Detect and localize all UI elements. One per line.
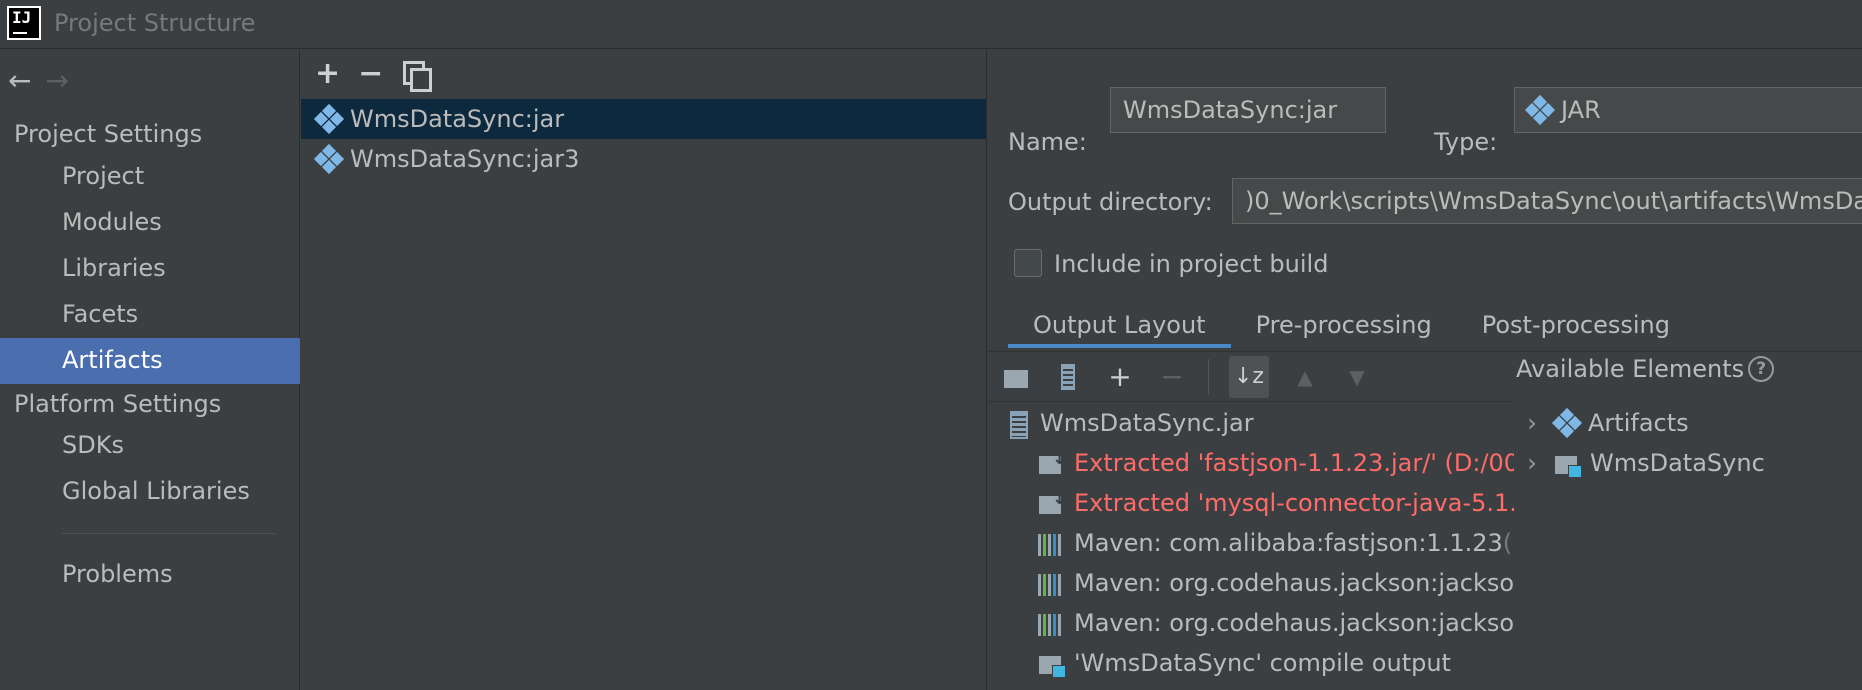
tree-item-label: Extracted 'mysql-connector-java-5.1.47 (1074, 489, 1514, 517)
chevron-right-icon[interactable]: › (1516, 449, 1548, 477)
archive-icon[interactable] (1052, 360, 1084, 393)
tree-item-label: Maven: org.codehaus.jackson:jackson (1074, 609, 1514, 637)
nav-arrows: ← → (8, 64, 69, 97)
tree-item-jar-root[interactable]: WmsDataSync.jar (988, 403, 1514, 443)
include-build-label: Include in project build (1054, 250, 1329, 278)
move-down-icon[interactable]: ▼ (1341, 365, 1373, 389)
copy-icon[interactable] (401, 61, 433, 92)
chevron-right-icon[interactable]: › (1516, 409, 1548, 437)
nav-item-libraries[interactable]: Libraries (0, 246, 300, 292)
library-icon (1038, 610, 1066, 636)
available-item-label: Artifacts (1588, 409, 1689, 437)
back-arrow-icon[interactable]: ← (8, 64, 31, 97)
library-icon (1038, 530, 1066, 556)
help-icon[interactable]: ? (1748, 356, 1775, 382)
artifacts-toolbar: + − (315, 56, 433, 92)
output-directory-label: Output directory: (1008, 188, 1213, 216)
extracted-archive-icon (1038, 488, 1067, 516)
remove-icon[interactable]: − (358, 59, 383, 89)
artifact-details: Name: WmsDataSync:jar Type: JAR Output d… (988, 50, 1862, 690)
tree-item-compile-output[interactable]: 'WmsDataSync' compile output (988, 643, 1514, 683)
tab-post-processing[interactable]: Post-processing (1457, 306, 1695, 348)
artifact-item[interactable]: WmsDataSync:jar (301, 99, 986, 139)
jar-icon (1004, 410, 1032, 439)
tree-item-maven-fastjson[interactable]: Maven: com.alibaba:fastjson:1.1.23 (Pr (988, 523, 1514, 563)
title-bar: IJ Project Structure (0, 0, 1862, 49)
type-select[interactable]: JAR (1514, 87, 1862, 133)
include-build-checkbox[interactable] (1014, 249, 1042, 277)
remove-element-icon[interactable]: − (1156, 360, 1188, 393)
type-label: Type: (1434, 128, 1498, 156)
tree-item-maven-jackson-1[interactable]: Maven: org.codehaus.jackson:jackson (988, 563, 1514, 603)
nav-item-facets[interactable]: Facets (0, 292, 300, 338)
tree-item-extracted-fastjson[interactable]: Extracted 'fastjson-1.1.23.jar/' (D:/000… (988, 443, 1514, 483)
nav-item-sdks[interactable]: SDKs (0, 423, 300, 469)
move-up-icon[interactable]: ▲ (1289, 365, 1321, 389)
tree-item-label: 'WmsDataSync' compile output (1074, 649, 1451, 677)
tree-item-label: Extracted 'fastjson-1.1.23.jar/' (D:/000… (1074, 449, 1514, 477)
sort-icon[interactable]: ↓z (1229, 355, 1269, 398)
extracted-archive-icon (1038, 448, 1067, 476)
artifact-item[interactable]: WmsDataSync:jar3 (301, 139, 986, 179)
artifacts-panel: + − WmsDataSync:jar WmsDataSync:jar3 (301, 50, 987, 690)
module-folder-icon (1554, 450, 1582, 478)
available-item-label: WmsDataSync (1590, 449, 1765, 477)
library-icon (1038, 570, 1066, 596)
artifact-diamond-icon (1551, 407, 1583, 439)
available-elements-label: Available Elements (1516, 355, 1745, 383)
project-settings-header: Project Settings (14, 120, 203, 148)
jar-diamond-icon (1524, 94, 1556, 126)
available-item-module[interactable]: › WmsDataSync (1516, 443, 1765, 483)
artifact-label: WmsDataSync:jar (350, 105, 565, 133)
nav-item-global-libraries[interactable]: Global Libraries (0, 469, 300, 515)
tab-pre-processing[interactable]: Pre-processing (1231, 306, 1457, 348)
toolbar-separator (1208, 358, 1209, 395)
nav-item-artifacts[interactable]: Artifacts (0, 338, 300, 384)
nav-item-modules[interactable]: Modules (0, 200, 300, 246)
add-icon[interactable]: + (315, 59, 340, 89)
tree-item-scope: (Pr (1502, 529, 1514, 557)
tree-item-label: Maven: com.alibaba:fastjson:1.1.23 (1074, 529, 1503, 557)
left-navigation: ← → Project Settings Project Modules Lib… (0, 50, 300, 690)
tree-item-extracted-mysql[interactable]: Extracted 'mysql-connector-java-5.1.47 (988, 483, 1514, 523)
platform-settings-header: Platform Settings (14, 390, 222, 418)
artifact-label: WmsDataSync:jar3 (350, 145, 580, 173)
nav-item-project[interactable]: Project (0, 154, 300, 200)
add-copy-icon[interactable]: + (1104, 360, 1136, 393)
module-folder-icon (1038, 650, 1066, 678)
window-title: Project Structure (54, 9, 256, 37)
name-label: Name: (1008, 128, 1087, 156)
nav-divider (62, 533, 276, 534)
available-elements-header: Available Elements ? (1516, 355, 1775, 383)
tree-item-label: Maven: org.codehaus.jackson:jackson (1074, 569, 1514, 597)
available-item-artifacts[interactable]: › Artifacts (1516, 403, 1689, 443)
layout-tabs: Output Layout Pre-processing Post-proces… (1008, 306, 1695, 348)
forward-arrow-icon[interactable]: → (45, 64, 68, 97)
tab-output-layout[interactable]: Output Layout (1008, 306, 1231, 348)
intellij-logo-icon: IJ (7, 6, 41, 40)
nav-item-problems[interactable]: Problems (0, 552, 300, 598)
tree-item-label: WmsDataSync.jar (1040, 409, 1254, 437)
new-folder-icon[interactable] (1000, 360, 1032, 393)
artifact-diamond-icon (313, 103, 345, 135)
name-field[interactable]: WmsDataSync:jar (1110, 87, 1386, 133)
output-layout-toolbar: + − ↓z ▲ ▼ (988, 352, 1514, 402)
output-directory-field[interactable]: )0_Work\scripts\WmsDataSync\out\artifact… (1232, 178, 1862, 224)
artifact-diamond-icon (313, 143, 345, 175)
type-value: JAR (1561, 96, 1601, 124)
tree-item-maven-jackson-2[interactable]: Maven: org.codehaus.jackson:jackson (988, 603, 1514, 643)
